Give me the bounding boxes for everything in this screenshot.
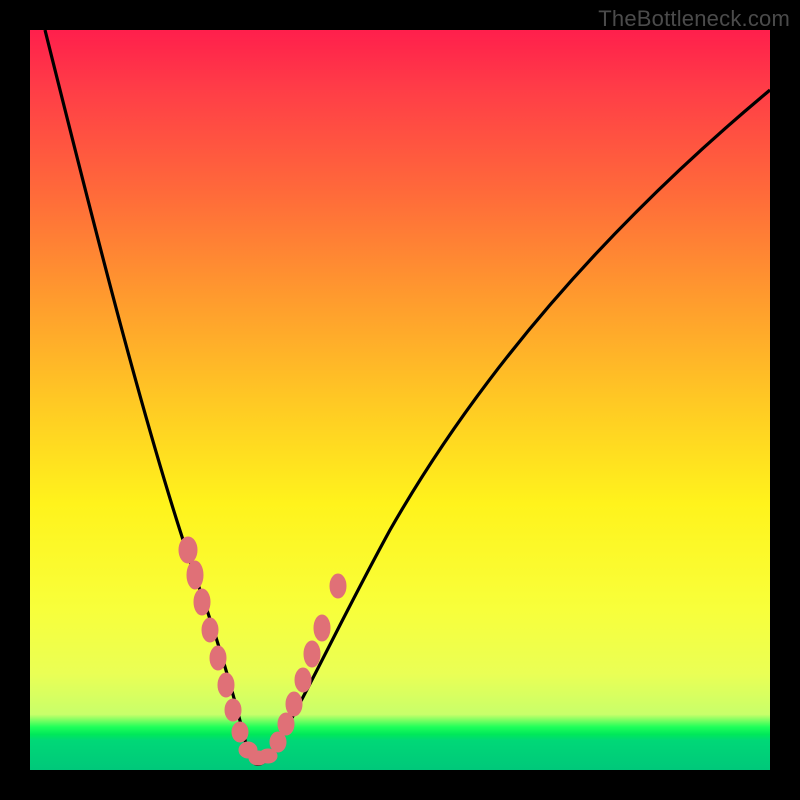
chart-svg bbox=[30, 30, 770, 770]
bottleneck-curve bbox=[45, 30, 770, 764]
marker-group bbox=[179, 537, 346, 765]
watermark-text: TheBottleneck.com bbox=[598, 6, 790, 32]
plot-area bbox=[30, 30, 770, 770]
chart-frame: TheBottleneck.com bbox=[0, 0, 800, 800]
